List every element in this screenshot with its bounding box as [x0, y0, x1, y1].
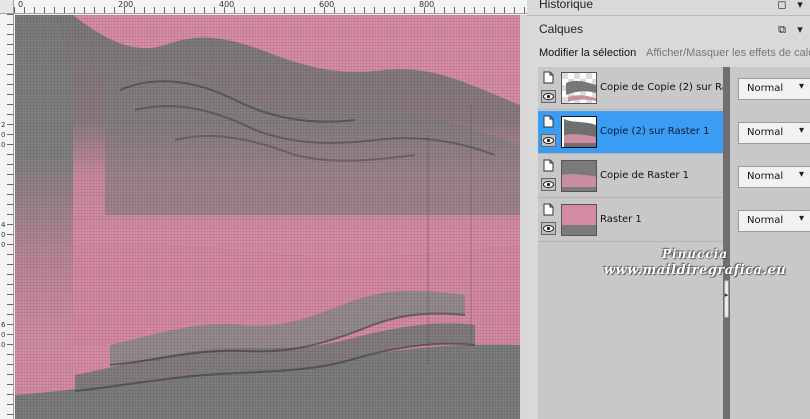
blend-mode-value: Normal [747, 127, 784, 138]
ruler-left-label: 0 [1, 241, 6, 249]
layer-name: Copie de Raster 1 [600, 170, 690, 181]
layers-list: Copie de Copie (2) sur Raster Copie (2) … [538, 67, 723, 419]
layer-row-selected[interactable]: Copie (2) sur Raster 1 [538, 111, 723, 154]
blend-mode-dropdown[interactable]: Normal ▾ ▾ [738, 78, 810, 100]
lock-icon[interactable] [541, 114, 555, 128]
chevron-down-icon[interactable]: ▾ [799, 125, 804, 136]
calques-header[interactable]: Calques ⧉ ▾ [527, 19, 810, 41]
blend-mode-value: Normal [747, 215, 784, 226]
panel-splitter[interactable] [723, 67, 730, 419]
layer-row[interactable]: Copie de Copie (2) sur Raster [538, 67, 723, 110]
historique-title: Historique [539, 0, 594, 11]
blend-mode-column: Normal ▾ ▾ Normal ▾ ▾ Normal ▾ ▾ Normal … [730, 67, 810, 419]
texture-v [15, 15, 520, 419]
blend-mode-dropdown[interactable]: Normal ▾ ▾ [738, 166, 810, 188]
layers-panel: Historique ◻ ▾ Calques ⧉ ▾ Modifier la s… [527, 0, 810, 419]
blend-mode-value: Normal [747, 171, 784, 182]
ruler-top-label: 400 [219, 0, 235, 9]
layer-thumbnail [561, 72, 597, 104]
toggle-layer-effects-button[interactable]: Afficher/Masquer les effets de calque [646, 47, 810, 59]
layer-name: Copie (2) sur Raster 1 [600, 126, 710, 137]
blend-mode-dropdown[interactable]: Normal ▾ ▾ [738, 210, 810, 232]
layer-row[interactable]: Raster 1 [538, 199, 723, 242]
ruler-left-label: 0 [1, 341, 6, 349]
float-icon[interactable]: ◻ [775, 0, 789, 12]
ruler-left-label: 4 [1, 221, 6, 229]
ruler-top-label: 0 [18, 0, 24, 9]
ruler-top-label: 200 [118, 0, 134, 9]
lock-icon[interactable] [541, 70, 555, 84]
canvas-scrollbar[interactable] [520, 15, 527, 419]
chevron-down-icon[interactable]: ▾ [799, 169, 804, 180]
eye-icon[interactable] [541, 178, 556, 191]
layer-name: Raster 1 [600, 214, 642, 225]
eye-icon[interactable] [541, 222, 556, 235]
blend-mode-dropdown[interactable]: Normal ▾ ▾ [738, 122, 810, 144]
layer-thumbnail [561, 160, 597, 192]
ruler-left-label: 0 [1, 331, 6, 339]
ruler-top: 0 200 400 600 800 [14, 0, 527, 14]
layer-row[interactable]: Copie de Raster 1 [538, 155, 723, 198]
ruler-left-label: 0 [1, 141, 6, 149]
ruler-left-label: 0 [1, 131, 6, 139]
chevron-down-icon[interactable]: ▾ [793, 0, 807, 12]
eye-icon[interactable] [541, 134, 556, 147]
layer-name: Copie de Copie (2) sur Raster [600, 82, 723, 93]
ruler-left: 2 0 0 4 0 0 6 0 0 [0, 14, 14, 419]
ruler-left-label: 0 [1, 231, 6, 239]
chevron-right-icon[interactable]: ▸ [724, 291, 729, 299]
canvas-area: 0 200 400 600 800 2 0 0 4 0 0 6 0 0 [0, 0, 527, 419]
calques-title: Calques [539, 22, 584, 36]
ruler-top-label: 600 [319, 0, 335, 9]
chevron-down-icon[interactable]: ▾ [793, 23, 807, 37]
lock-icon[interactable] [541, 158, 555, 172]
image-canvas[interactable] [15, 15, 520, 419]
layer-thumbnail [561, 116, 597, 148]
chevron-down-icon[interactable]: ▾ [799, 213, 804, 224]
pin-icon[interactable]: ⧉ [775, 23, 789, 37]
layer-thumbnail [561, 204, 597, 236]
ruler-top-label: 800 [419, 0, 435, 9]
blend-mode-value: Normal [747, 83, 784, 94]
ruler-left-label: 6 [1, 321, 6, 329]
ruler-left-label: 2 [1, 121, 6, 129]
historique-header[interactable]: Historique ◻ ▾ [527, 0, 810, 16]
modifier-selection-button[interactable]: Modifier la sélection [539, 47, 636, 59]
splitter-handle[interactable] [724, 280, 729, 318]
chevron-down-icon[interactable]: ▾ [799, 81, 804, 92]
eye-icon[interactable] [541, 90, 556, 103]
ruler-corner [0, 0, 14, 14]
layers-toolbar: Modifier la sélection Afficher/Masquer l… [527, 44, 810, 66]
lock-icon[interactable] [541, 202, 555, 216]
